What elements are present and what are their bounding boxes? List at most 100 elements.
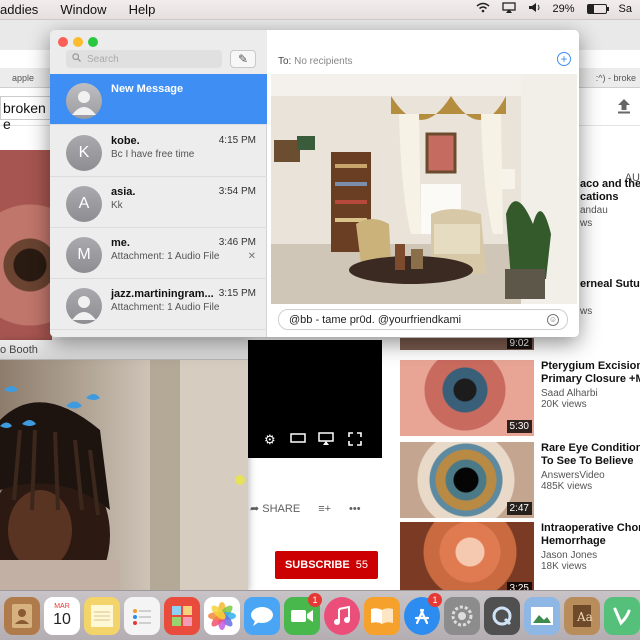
svg-text:Aa: Aa bbox=[576, 610, 593, 624]
duration-badge: 2:47 bbox=[506, 502, 532, 515]
video-thumbnail[interactable]: 3:25 bbox=[400, 522, 534, 598]
video-thumbnail[interactable]: 2:47 bbox=[400, 442, 534, 518]
avatar-person-icon bbox=[66, 83, 102, 119]
recipient-placeholder: No recipients bbox=[294, 56, 353, 67]
app-store-icon[interactable]: 1 bbox=[404, 592, 442, 635]
wifi-icon[interactable] bbox=[476, 2, 490, 16]
share-button[interactable]: ➦ SHARE bbox=[250, 502, 300, 515]
compose-button[interactable]: ✎ bbox=[230, 50, 256, 68]
video-title-line2[interactable]: Primary Closure +M bbox=[541, 373, 640, 386]
main-video-thumbnail[interactable] bbox=[0, 150, 52, 340]
channel-name[interactable]: AnswersVideo bbox=[541, 470, 640, 481]
conversation-time: 3:46 PM bbox=[218, 237, 256, 248]
add-to-playlist-icon[interactable]: ≡+ bbox=[318, 503, 331, 515]
calendar-day: 10 bbox=[53, 610, 71, 628]
conversation-new-message[interactable]: New Message bbox=[50, 74, 267, 125]
subscribe-button[interactable]: SUBSCRIBE 55 bbox=[275, 551, 378, 579]
message-text: @bb - tame pr0d. @yourfriendkami bbox=[289, 314, 462, 326]
message-input[interactable]: @bb - tame pr0d. @yourfriendkami ☺ bbox=[278, 309, 568, 330]
volume-icon[interactable] bbox=[528, 2, 541, 16]
view-count: 485K views bbox=[541, 481, 593, 492]
delete-conversation-icon[interactable]: ✕ bbox=[248, 251, 256, 262]
fullscreen-icon[interactable] bbox=[348, 432, 362, 449]
clipped-recommendation-1[interactable]: aco and ther cations andau ws bbox=[580, 178, 640, 230]
conversation-item[interactable]: jazz.martiningram... 3:15 PM Attachment:… bbox=[50, 279, 267, 330]
battery-icon[interactable] bbox=[586, 4, 609, 14]
dictionary-icon[interactable]: Aa bbox=[564, 596, 600, 635]
menu-clock[interactable]: Sa bbox=[619, 3, 632, 15]
clipped-recommendation-2[interactable]: erneal Suture ws bbox=[580, 278, 640, 318]
conversation-preview: Attachment: 1 Audio File bbox=[111, 251, 220, 262]
video-thumbnail[interactable]: 5:30 bbox=[400, 360, 534, 436]
conversation-time: 3:15 PM bbox=[218, 288, 256, 299]
video-player[interactable]: ⚙ bbox=[248, 340, 382, 458]
subscriber-count: 55 bbox=[355, 559, 369, 571]
search-placeholder: Search bbox=[87, 53, 119, 65]
photo-booth-icon[interactable] bbox=[164, 596, 200, 635]
photos-icon[interactable] bbox=[204, 596, 240, 635]
menu-app-name[interactable]: addies bbox=[0, 2, 38, 17]
sidebar-toolbar: Search ✎ bbox=[50, 30, 267, 74]
menu-bar: addies Window Help 29% Sa bbox=[0, 0, 640, 20]
video-title[interactable]: Intraoperative Chor bbox=[541, 522, 640, 535]
clipped-thumbnail[interactable]: 9:02 bbox=[400, 338, 534, 350]
upload-icon[interactable] bbox=[614, 98, 634, 118]
channel-name[interactable]: Saad Alharbi bbox=[541, 388, 640, 399]
conversation-item[interactable]: A asia. 3:54 PM Kk bbox=[50, 177, 267, 228]
attached-photo[interactable] bbox=[271, 74, 577, 304]
settings-icon[interactable]: ⚙ bbox=[264, 432, 276, 448]
conversation-name: asia. bbox=[111, 186, 136, 198]
video-title-line2[interactable]: To See To Believe bbox=[541, 455, 640, 468]
messages-icon[interactable] bbox=[244, 596, 280, 635]
menu-window[interactable]: Window bbox=[60, 2, 106, 17]
theater-mode-icon[interactable] bbox=[290, 432, 306, 447]
battery-percent: 29% bbox=[552, 3, 575, 15]
conversation-time: 4:15 PM bbox=[218, 135, 256, 146]
photo-booth-window: o Booth bbox=[0, 340, 248, 590]
view-count: 18K views bbox=[541, 561, 587, 572]
preview-icon[interactable] bbox=[524, 596, 560, 635]
ibooks-icon[interactable] bbox=[364, 596, 400, 635]
avatar: K bbox=[66, 135, 102, 171]
video-title[interactable]: Pterygium Excision bbox=[541, 360, 640, 373]
compose-icon: ✎ bbox=[237, 52, 249, 66]
more-icon[interactable]: ••• bbox=[349, 503, 361, 515]
recipient-field[interactable]: To: No recipients bbox=[267, 52, 579, 74]
system-preferences-icon[interactable] bbox=[444, 596, 480, 635]
tab-youtube[interactable]: :^) - broke bbox=[596, 73, 636, 83]
avatar: A bbox=[66, 186, 102, 222]
tab-apple[interactable]: apple bbox=[12, 73, 34, 83]
airplay-video-icon[interactable] bbox=[318, 432, 334, 448]
minimize-window-button[interactable] bbox=[73, 37, 83, 47]
calendar-icon[interactable]: MAR 10 bbox=[44, 596, 80, 635]
emoji-icon[interactable]: ☺ bbox=[547, 314, 559, 326]
duration-badge: 9:02 bbox=[506, 338, 532, 349]
contacts-icon[interactable] bbox=[4, 596, 40, 635]
dock: MAR 10 1 1 Aa bbox=[0, 590, 640, 640]
facetime-icon[interactable]: 1 bbox=[284, 592, 322, 635]
camera-preview[interactable] bbox=[0, 360, 248, 590]
itunes-icon[interactable] bbox=[324, 596, 360, 635]
search-field[interactable]: Search bbox=[66, 50, 222, 68]
photo-booth-title-bar[interactable]: o Booth bbox=[0, 340, 248, 360]
duration-badge: 5:30 bbox=[506, 420, 532, 433]
add-recipient-button[interactable]: + bbox=[557, 52, 571, 66]
airplay-icon[interactable] bbox=[501, 2, 516, 16]
video-title[interactable]: Rare Eye Conditions bbox=[541, 442, 640, 455]
conversation-sidebar: Search ✎ New Message K kobe. 4:15 PM Bc … bbox=[50, 30, 267, 337]
vine-icon[interactable] bbox=[604, 596, 640, 635]
video-title-line2[interactable]: Hemorrhage bbox=[541, 535, 640, 548]
conversation-preview: Bc I have free time bbox=[111, 149, 195, 160]
menu-help[interactable]: Help bbox=[129, 2, 156, 17]
zoom-window-button[interactable] bbox=[88, 37, 98, 47]
window-title: o Booth bbox=[0, 344, 38, 356]
quicktime-icon[interactable] bbox=[484, 596, 520, 635]
reminders-icon[interactable] bbox=[124, 596, 160, 635]
notes-icon[interactable] bbox=[84, 596, 120, 635]
channel-name[interactable]: Jason Jones bbox=[541, 550, 640, 561]
close-window-button[interactable] bbox=[58, 37, 68, 47]
conversation-item[interactable]: K kobe. 4:15 PM Bc I have free time bbox=[50, 126, 267, 177]
message-pane: To: No recipients + @bb - tame pr0d. @yo… bbox=[267, 30, 579, 337]
conversation-time: 3:54 PM bbox=[218, 186, 256, 197]
conversation-item[interactable]: M me. 3:46 PM Attachment: 1 Audio File ✕ bbox=[50, 228, 267, 279]
